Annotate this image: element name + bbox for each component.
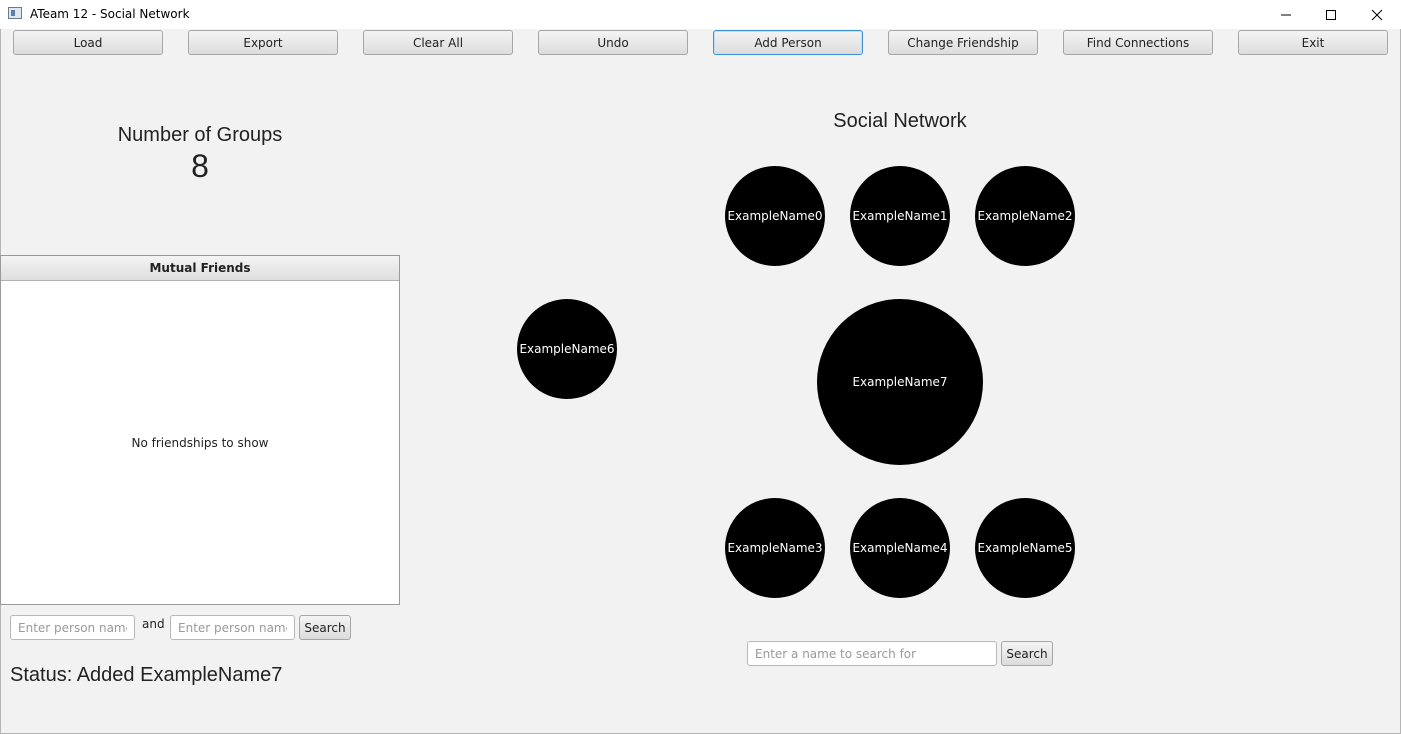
- close-icon: [1371, 9, 1383, 20]
- mutual-friends-empty-message: No friendships to show: [131, 436, 269, 450]
- window-title: ATeam 12 - Social Network: [30, 7, 190, 21]
- minimize-icon: [1281, 14, 1291, 15]
- undo-button[interactable]: Undo: [538, 30, 688, 55]
- change-friendship-button[interactable]: Change Friendship: [888, 30, 1038, 55]
- and-label: and: [142, 617, 165, 631]
- add-person-button[interactable]: Add Person: [713, 30, 863, 55]
- clear-all-button[interactable]: Clear All: [363, 30, 513, 55]
- maximize-button[interactable]: [1308, 0, 1354, 29]
- close-button[interactable]: [1354, 0, 1400, 29]
- app-icon: [8, 7, 22, 19]
- node-examplename6[interactable]: ExampleName6: [517, 299, 617, 399]
- mutual-friends-panel: Mutual Friends No friendships to show: [0, 255, 400, 605]
- node-examplename3[interactable]: ExampleName3: [725, 498, 825, 598]
- minimize-button[interactable]: [1263, 0, 1309, 29]
- node-examplename5[interactable]: ExampleName5: [975, 498, 1075, 598]
- node-examplename0[interactable]: ExampleName0: [725, 166, 825, 266]
- node-examplename1[interactable]: ExampleName1: [850, 166, 950, 266]
- export-button[interactable]: Export: [188, 30, 338, 55]
- status-text: Status: Added ExampleName7: [10, 664, 283, 686]
- mutual-search-button[interactable]: Search: [299, 615, 351, 640]
- find-connections-button[interactable]: Find Connections: [1063, 30, 1213, 55]
- mutual-friends-header: Mutual Friends: [1, 256, 399, 281]
- node-examplename7[interactable]: ExampleName7: [817, 299, 983, 465]
- node-examplename4[interactable]: ExampleName4: [850, 498, 950, 598]
- person2-input[interactable]: [170, 615, 295, 640]
- network-title: Social Network: [833, 110, 967, 132]
- title-bar: ATeam 12 - Social Network: [0, 0, 1401, 29]
- exit-button[interactable]: Exit: [1238, 30, 1388, 55]
- groups-count: 8: [191, 148, 209, 184]
- network-search-input[interactable]: [747, 641, 997, 666]
- node-examplename2[interactable]: ExampleName2: [975, 166, 1075, 266]
- person1-input[interactable]: [10, 615, 135, 640]
- load-button[interactable]: Load: [13, 30, 163, 55]
- groups-label: Number of Groups: [117, 124, 283, 146]
- maximize-icon: [1326, 9, 1336, 20]
- network-search-button[interactable]: Search: [1001, 641, 1053, 666]
